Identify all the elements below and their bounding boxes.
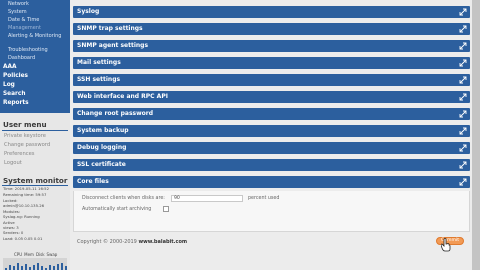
section-mail-settings[interactable]: Mail settings [73, 57, 470, 69]
cpu-sample [41, 266, 43, 270]
section-title: Web interface and RPC API [77, 93, 168, 100]
vendor-link[interactable]: www.balabit.com [138, 239, 187, 245]
cpu-sample [49, 265, 51, 270]
section-ssl-certificate[interactable]: SSL certificate [73, 159, 470, 171]
legend-cpu: CPU [14, 252, 23, 257]
hand-cursor-icon [441, 238, 451, 252]
section-title: System backup [77, 127, 129, 134]
expand-icon[interactable] [459, 59, 467, 67]
nav-item-alerting-monitoring[interactable]: Alerting & Monitoring [8, 33, 66, 39]
section-snmp-agent-settings[interactable]: SNMP agent settings [73, 40, 470, 52]
user-menu-title: User menu [3, 120, 47, 129]
expand-icon[interactable] [459, 144, 467, 152]
copyright-text: Copyright © 2000-2019 [77, 239, 137, 245]
nav-item-system[interactable]: System [8, 9, 27, 15]
section-syslog[interactable]: Syslog [73, 6, 470, 18]
expand-icon[interactable] [459, 42, 467, 50]
cpu-sample [53, 266, 55, 270]
expand-icon[interactable] [459, 178, 467, 186]
cpu-sample [9, 265, 11, 270]
private-keystore-link[interactable]: Private keystore [4, 133, 46, 139]
monitor-locked-user: admin@10.10.135.26 [3, 203, 45, 208]
nav-item-date-time[interactable]: Date & Time [8, 17, 39, 23]
copyright: Copyright © 2000-2019 www.balabit.com [77, 239, 187, 245]
expand-icon[interactable] [459, 76, 467, 84]
cpu-sample [17, 263, 19, 270]
monitor-remaining-time: Remaining time: 59:57 [3, 192, 47, 197]
nav-item-aaa[interactable]: AAA [3, 64, 16, 71]
expand-icon[interactable] [459, 93, 467, 101]
nav-item-dashboard[interactable]: Dashboard [8, 55, 35, 61]
section-title: Change root password [77, 110, 154, 117]
section-debug-logging[interactable]: Debug logging [73, 142, 470, 154]
section-ssh-settings[interactable]: SSH settings [73, 74, 470, 86]
expand-icon[interactable] [459, 110, 467, 118]
section-title: Syslog [77, 8, 100, 15]
cpu-sample [25, 264, 27, 270]
percent-used-label: percent used [248, 196, 280, 201]
section-system-backup[interactable]: System backup [73, 125, 470, 137]
nav-item-log[interactable]: Log [3, 82, 15, 89]
cpu-sample [13, 266, 15, 270]
section-title: SSL certificate [77, 161, 126, 168]
monitor-senders: Senders: 0 [3, 230, 24, 235]
expand-icon[interactable] [459, 161, 467, 169]
section-title: SNMP agent settings [77, 42, 149, 49]
section-title: Core files [77, 178, 109, 185]
disconnect-label: Disconnect clients when disks are: [82, 196, 165, 201]
auto-archive-label: Automatically start archiving [82, 207, 152, 212]
section-title: SNMP trap settings [77, 25, 143, 32]
section-web-interface-and-rpc-api[interactable]: Web interface and RPC API [73, 91, 470, 103]
legend-swap: Swap [46, 252, 58, 257]
cpu-usage-graph [3, 258, 67, 270]
monitor-load: Load: 0.05 0.05 0.01 [3, 236, 43, 241]
cpu-sample [61, 263, 63, 270]
expand-icon[interactable] [459, 25, 467, 33]
monitor-time: Time: 2019-05-11 16:52 [3, 186, 49, 191]
preferences-link[interactable]: Preferences [4, 151, 35, 157]
nav-item-troubleshooting[interactable]: Troubleshooting [8, 47, 48, 53]
main-navigation: Network System Date & Time Management Al… [0, 0, 70, 113]
change-password-link[interactable]: Change password [4, 142, 50, 148]
user-menu-divider [2, 130, 68, 131]
cpu-sample [57, 264, 59, 270]
section-title: SSH settings [77, 76, 121, 83]
cpu-sample [21, 266, 23, 270]
disconnect-threshold-field[interactable]: 90 [171, 195, 243, 202]
section-title: Mail settings [77, 59, 121, 66]
monitor-module-syslog: Syslog-ng: Running [3, 214, 40, 219]
nav-item-reports[interactable]: Reports [3, 100, 29, 107]
expand-icon[interactable] [459, 8, 467, 16]
auto-archive-checkbox[interactable] [163, 206, 169, 212]
nav-item-search[interactable]: Search [3, 91, 25, 98]
cpu-sample [33, 265, 35, 270]
disk-space-panel: Disconnect clients when disks are: 90 pe… [73, 191, 470, 232]
nav-item-network[interactable]: Network [8, 1, 29, 7]
section-core-files[interactable]: Core files [73, 176, 470, 188]
legend-disk: Disk [35, 252, 45, 257]
nav-item-management[interactable]: Management [8, 25, 41, 31]
scrollbar[interactable] [472, 0, 480, 270]
section-snmp-trap-settings[interactable]: SNMP trap settings [73, 23, 470, 35]
sidebar: Network System Date & Time Management Al… [0, 0, 70, 270]
section-title: Debug logging [77, 144, 127, 151]
section-change-root-password[interactable]: Change root password [73, 108, 470, 120]
settings-panel: Syslog SNMP trap settings SNMP agent setti… [73, 0, 471, 270]
nav-item-policies[interactable]: Policies [3, 73, 28, 80]
cpu-sample [65, 266, 67, 270]
expand-icon[interactable] [459, 127, 467, 135]
cpu-sample [37, 263, 39, 270]
legend-mem: Mem [24, 252, 34, 257]
monitor-legend: CPU Mem Disk Swap [14, 252, 59, 257]
system-monitor-title: System monitor [3, 176, 68, 185]
logout-link[interactable]: Logout [4, 160, 22, 166]
